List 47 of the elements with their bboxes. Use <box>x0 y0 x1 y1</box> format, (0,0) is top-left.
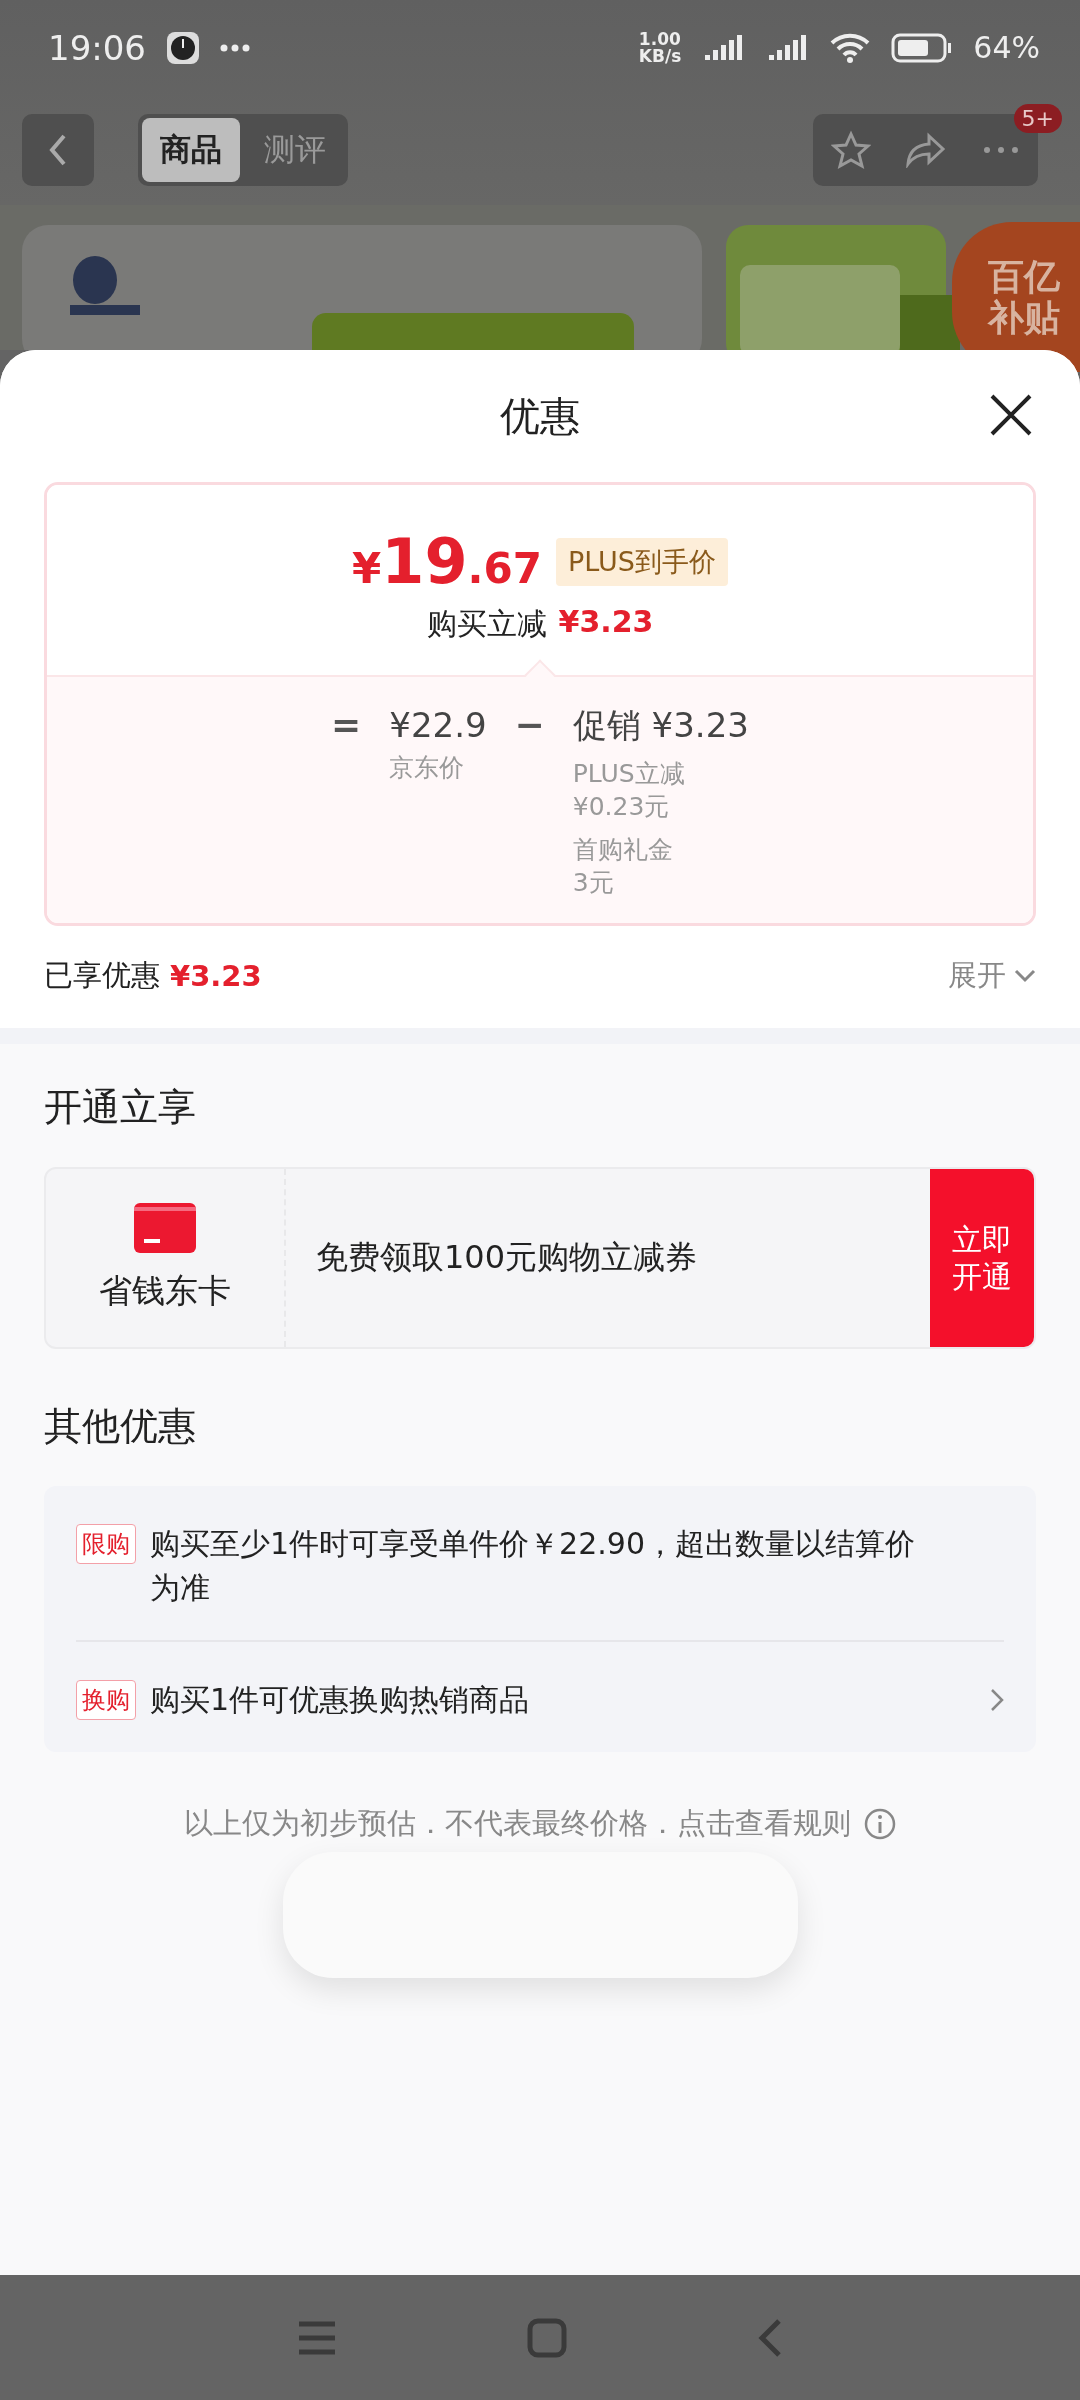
disclaimer-link[interactable]: 以上仅为初步预估．不代表最终价格．点击查看规则 <box>183 1804 851 1844</box>
clock-app-icon <box>166 30 200 65</box>
enjoyed-label: 已享优惠 <box>44 957 160 994</box>
star-icon <box>830 130 871 170</box>
network-speed: 1.00 KB/s <box>638 30 682 65</box>
menu-icon[interactable] <box>297 2319 337 2356</box>
sheet-title: 优惠 <box>500 391 580 441</box>
chevron-down-icon <box>1014 969 1036 983</box>
offer-text: 免费领取100元购物立减券 <box>315 1237 699 1278</box>
base-price: ¥22.9 <box>389 704 487 747</box>
battery-icon <box>891 32 954 63</box>
saving-amount: ¥3.23 <box>558 604 654 641</box>
activate-button[interactable]: 立即 开通 <box>930 1169 1034 1347</box>
share-icon <box>904 132 947 168</box>
status-time: 19:06 <box>48 27 146 68</box>
base-price-label: 京东价 <box>389 752 466 784</box>
tab[interactable]: 商品 <box>142 118 240 182</box>
battery-percent: 64% <box>973 30 1040 65</box>
enjoyed-amount: ¥3.23 <box>170 959 262 993</box>
final-price: ¥19.67 <box>352 525 542 598</box>
saving-label: 购买立减 <box>426 605 547 643</box>
home-icon[interactable] <box>527 2317 567 2358</box>
offer-tag: 换购 <box>76 1680 136 1720</box>
offer-description: 购买1件可优惠换购热销商品 <box>150 1681 530 1719</box>
discount-name: 首购礼金 <box>572 834 674 866</box>
equals-sign: = <box>331 703 362 747</box>
back-icon[interactable] <box>757 2317 783 2358</box>
tab[interactable]: 测评 <box>246 118 344 182</box>
section-heading: 开通立享 <box>44 1084 197 1131</box>
card-name: 省钱东卡 <box>99 1269 231 1312</box>
discount-amount: ¥0.23元 <box>572 791 671 823</box>
more-icon <box>982 146 1019 154</box>
expand-button[interactable]: 展开 <box>948 956 1036 996</box>
offer-description: 购买至少1件时可享受单件价￥22.90，超出数量以结算价为准 <box>150 1525 916 1607</box>
price-tag: PLUS到手价 <box>556 537 728 586</box>
section-heading: 其他优惠 <box>44 1403 197 1450</box>
discount-name: PLUS立减 <box>572 758 686 790</box>
discount-amount: 3元 <box>572 867 615 899</box>
promo-total: 促销 ¥3.23 <box>572 704 749 747</box>
card-icon <box>134 1202 196 1253</box>
info-icon[interactable] <box>862 1807 897 1841</box>
more-icon <box>220 43 250 52</box>
back-button[interactable] <box>22 114 94 186</box>
chevron-right-icon[interactable] <box>990 1688 1004 1712</box>
notification-badge: 5+ <box>1013 104 1062 133</box>
minus-sign: − <box>514 703 545 747</box>
offer-tag: 限购 <box>76 1524 136 1564</box>
